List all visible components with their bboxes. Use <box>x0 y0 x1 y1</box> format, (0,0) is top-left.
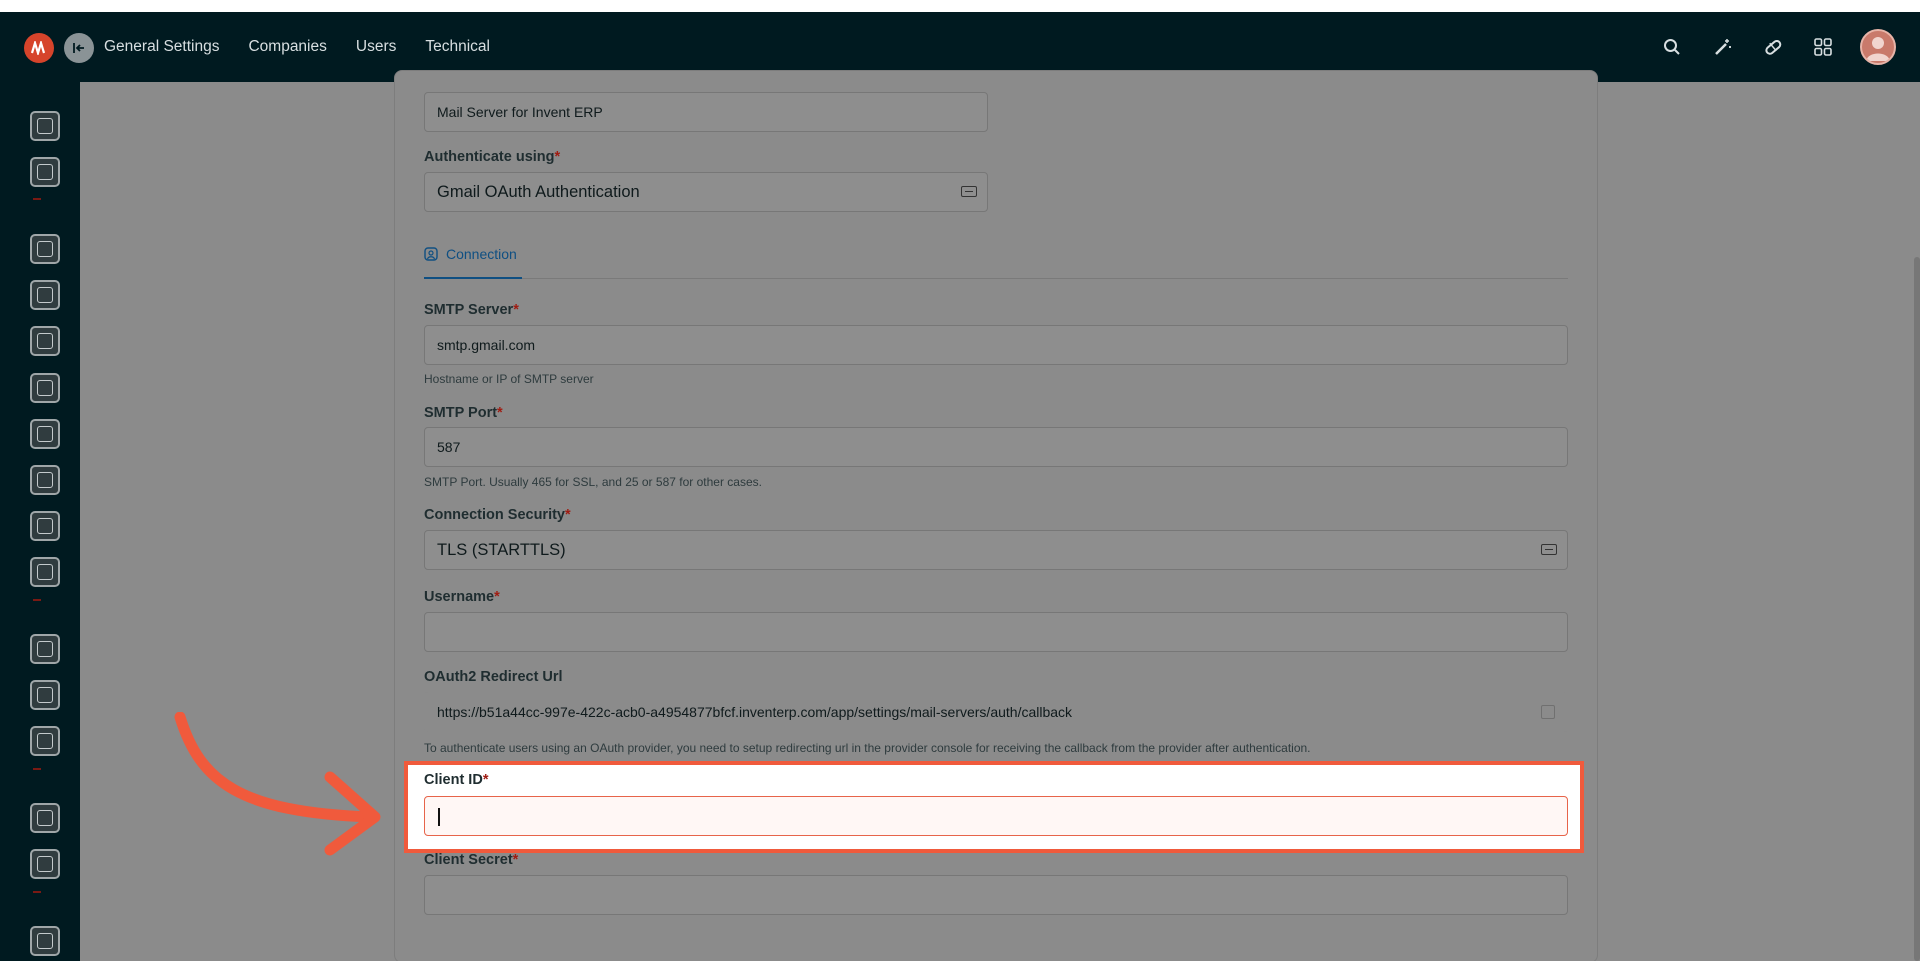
sidebar <box>0 82 80 961</box>
text-caret <box>438 808 440 826</box>
smtp-port-input[interactable]: 587 <box>424 427 1568 467</box>
clipboard-icon[interactable] <box>30 373 60 403</box>
auth-label: Authenticate using* <box>424 149 561 165</box>
settings-icon[interactable] <box>30 803 60 833</box>
nav-general-settings[interactable]: General Settings <box>104 38 219 56</box>
calendar-icon[interactable] <box>30 557 60 587</box>
tab-connection[interactable]: Connection <box>424 246 517 262</box>
smtp-port-hint: SMTP Port. Usually 465 for SSL, and 25 o… <box>424 475 762 489</box>
client-secret-input[interactable] <box>424 875 1568 915</box>
clock-icon[interactable] <box>30 326 60 356</box>
sidebar-collapse-icon[interactable] <box>64 33 94 63</box>
tab-divider <box>424 278 1568 279</box>
search-icon[interactable] <box>1660 35 1684 59</box>
search-user-icon[interactable] <box>30 511 60 541</box>
username-label: Username* <box>424 589 500 605</box>
reports-icon[interactable] <box>30 280 60 310</box>
redirect-url-label: OAuth2 Redirect Url <box>424 669 563 685</box>
sidebar-divider <box>33 198 41 200</box>
connection-tab-icon <box>424 247 438 261</box>
client-id-label: Client ID* <box>424 772 489 788</box>
logout-icon[interactable] <box>30 926 60 956</box>
smtp-server-label: SMTP Server* <box>424 302 519 318</box>
username-input[interactable] <box>424 612 1568 652</box>
name-field[interactable]: Mail Server for Invent ERP <box>424 92 988 132</box>
client-id-input[interactable] <box>424 796 1568 836</box>
magic-wand-icon[interactable] <box>1711 35 1735 59</box>
smtp-port-label: SMTP Port* <box>424 405 503 421</box>
auth-select[interactable]: Gmail OAuth Authentication <box>424 172 988 212</box>
sidebar-divider <box>33 599 41 601</box>
redirect-url-hint: To authenticate users using an OAuth pro… <box>424 741 1311 755</box>
nav-technical[interactable]: Technical <box>425 38 490 56</box>
select-dropdown-icon <box>1541 544 1557 555</box>
user-avatar[interactable] <box>1860 29 1896 65</box>
tab-active-indicator <box>424 277 522 279</box>
annotation-arrow-icon <box>174 712 381 856</box>
pill-icon[interactable] <box>1761 35 1785 59</box>
app-window: General Settings Companies Users Technic… <box>0 12 1920 961</box>
tag-icon[interactable] <box>30 465 60 495</box>
sidebar-divider <box>33 768 41 770</box>
client-secret-label: Client Secret* <box>424 852 519 868</box>
device-icon[interactable] <box>30 726 60 756</box>
app-logo-icon[interactable] <box>24 33 54 63</box>
document-icon[interactable] <box>30 849 60 879</box>
analytics-icon[interactable] <box>30 157 60 187</box>
grid-icon[interactable] <box>1811 35 1835 59</box>
inventory-icon[interactable] <box>30 234 60 264</box>
box-icon[interactable] <box>30 419 60 449</box>
sidebar-divider <box>33 891 41 893</box>
headset-icon[interactable] <box>30 634 60 664</box>
connection-security-label: Connection Security* <box>424 507 571 523</box>
folder-icon[interactable] <box>30 680 60 710</box>
connection-security-select[interactable]: TLS (STARTTLS) <box>424 530 1568 570</box>
dashboard-icon[interactable] <box>30 111 60 141</box>
nav-companies[interactable]: Companies <box>248 38 326 56</box>
copy-icon[interactable] <box>1541 705 1555 719</box>
select-dropdown-icon <box>961 186 977 197</box>
smtp-server-input[interactable]: smtp.gmail.com <box>424 325 1568 365</box>
scrollbar[interactable] <box>1914 257 1920 961</box>
redirect-url-readonly: https://b51a44cc-997e-422c-acb0-a4954877… <box>424 692 1568 732</box>
smtp-server-hint: Hostname or IP of SMTP server <box>424 372 594 386</box>
nav-users[interactable]: Users <box>356 38 396 56</box>
